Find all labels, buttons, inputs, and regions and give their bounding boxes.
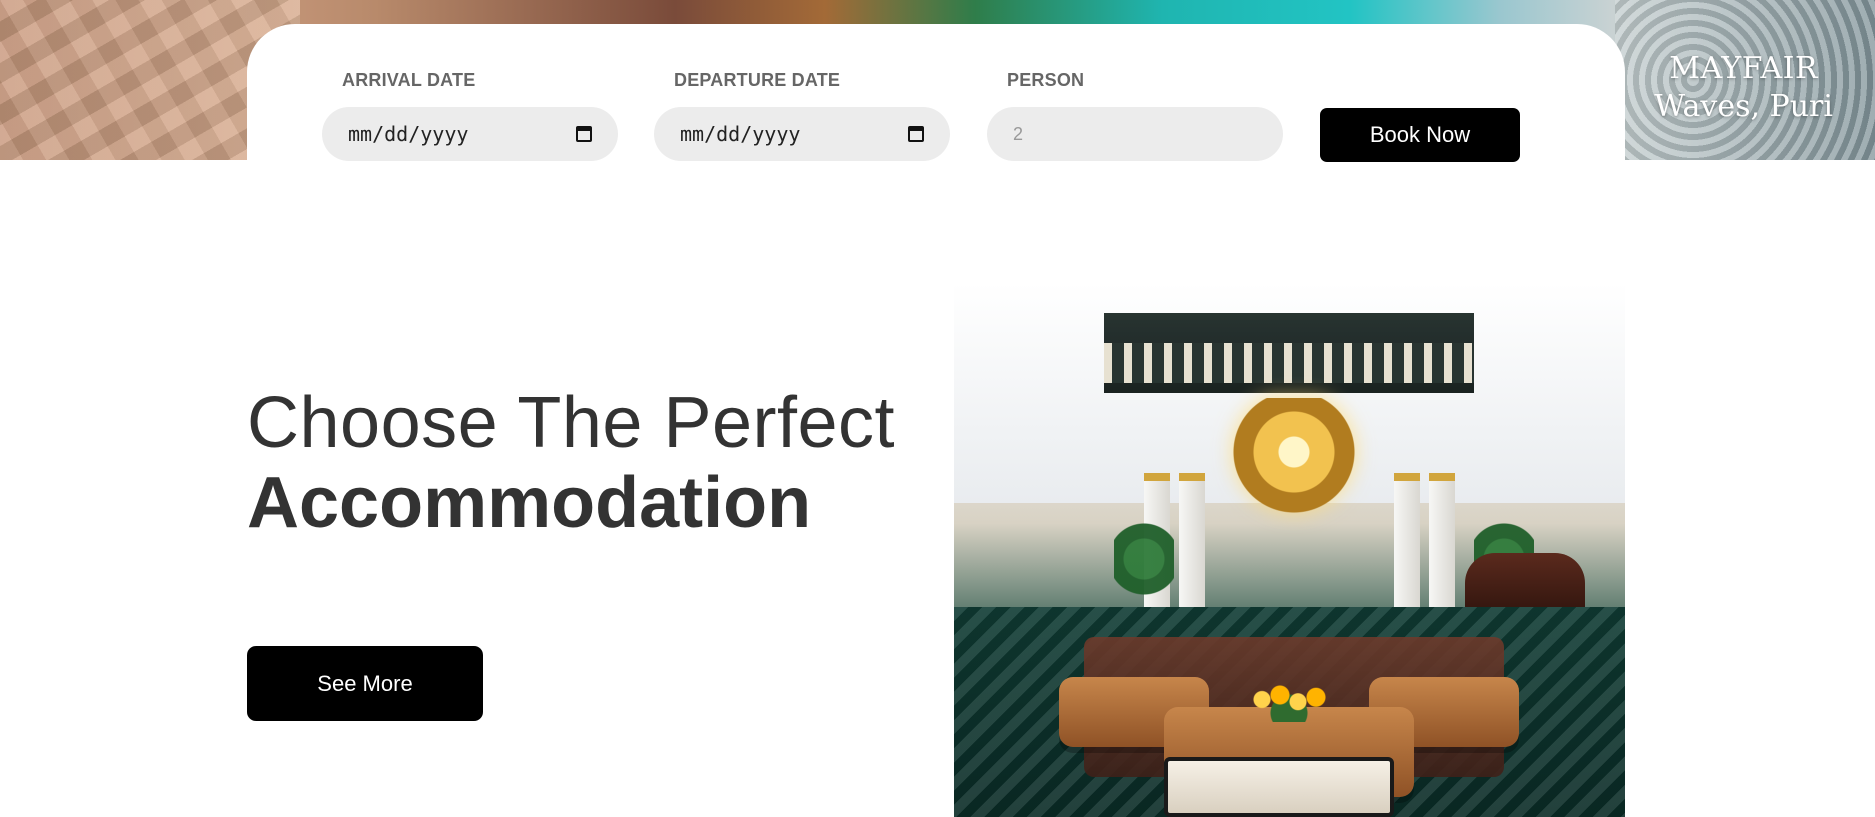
brand-overlay: MAYFAIR Waves, Puri xyxy=(1654,50,1833,126)
chandelier xyxy=(1219,398,1369,518)
arrival-date-label: ARRIVAL DATE xyxy=(342,70,476,90)
departure-date-field: DEPARTURE DATE mm/dd/yyyy xyxy=(654,70,950,161)
section-heading-light: Choose The Perfect xyxy=(247,383,896,463)
lobby-photo xyxy=(954,283,1625,817)
person-field: PERSON 2 xyxy=(987,70,1283,161)
section-heading-bold: Accommodation xyxy=(247,463,812,543)
brand-location: Waves, Puri xyxy=(1654,89,1833,124)
brand-name: MAYFAIR xyxy=(1669,51,1819,86)
calendar-icon[interactable] xyxy=(576,126,592,142)
arrival-date-input[interactable]: mm/dd/yyyy xyxy=(322,107,618,161)
balcony xyxy=(1104,313,1474,393)
arrival-date-field: ARRIVAL DATE mm/dd/yyyy xyxy=(322,70,618,161)
calendar-icon[interactable] xyxy=(908,126,924,142)
departure-date-value: mm/dd/yyyy xyxy=(680,122,801,146)
departure-date-label: DEPARTURE DATE xyxy=(674,70,841,90)
departure-date-input[interactable]: mm/dd/yyyy xyxy=(654,107,950,161)
see-more-button[interactable]: See More xyxy=(247,646,483,721)
book-now-button[interactable]: Book Now xyxy=(1320,108,1520,162)
person-placeholder: 2 xyxy=(1013,123,1024,144)
booking-card: ARRIVAL DATE mm/dd/yyyy DEPARTURE DATE m… xyxy=(247,24,1625,162)
person-label: PERSON xyxy=(1007,70,1085,90)
person-input[interactable]: 2 xyxy=(987,107,1283,161)
coffee-table xyxy=(1164,757,1394,817)
flowers xyxy=(1244,677,1334,722)
arrival-date-value: mm/dd/yyyy xyxy=(348,122,469,146)
